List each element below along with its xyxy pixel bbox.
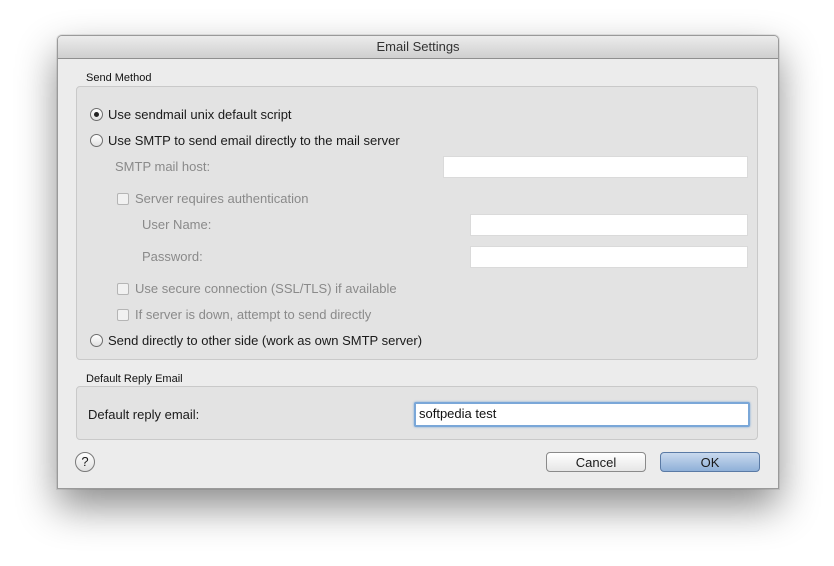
fallback-checkbox-label: If server is down, attempt to send direc…	[135, 307, 372, 322]
cancel-button[interactable]: Cancel	[546, 452, 646, 472]
ok-button[interactable]: OK	[660, 452, 760, 472]
radio-direct-label: Send directly to other side (work as own…	[108, 333, 423, 348]
radio-button[interactable]	[90, 108, 103, 121]
password-label: Password:	[142, 249, 203, 264]
checkbox[interactable]	[117, 282, 129, 295]
window-title: Email Settings	[58, 36, 778, 59]
user-name-label: User Name:	[142, 217, 212, 232]
reply-email-label: Default reply email:	[88, 407, 200, 422]
smtp-host-input[interactable]	[443, 156, 748, 178]
checkbox[interactable]	[117, 308, 129, 321]
ssl-checkbox-label: Use secure connection (SSL/TLS) if avail…	[135, 281, 397, 296]
radio-direct[interactable]: Send directly to other side (work as own…	[90, 333, 422, 348]
radio-sendmail-label: Use sendmail unix default script	[108, 107, 292, 122]
smtp-host-label: SMTP mail host:	[115, 159, 211, 174]
radio-smtp[interactable]: Use SMTP to send email directly to the m…	[90, 133, 400, 148]
radio-button[interactable]	[90, 134, 103, 147]
send-method-group: Use sendmail unix default script Use SMT…	[76, 86, 758, 360]
reply-section-label: Default Reply Email	[86, 373, 183, 385]
ssl-checkbox[interactable]: Use secure connection (SSL/TLS) if avail…	[117, 281, 397, 296]
radio-button[interactable]	[90, 334, 103, 347]
help-button[interactable]: ?	[75, 452, 95, 472]
auth-checkbox[interactable]: Server requires authentication	[117, 191, 308, 206]
reply-group: Default reply email: softpedia test	[76, 386, 758, 440]
send-method-label: Send Method	[86, 72, 152, 84]
radio-smtp-label: Use SMTP to send email directly to the m…	[108, 133, 400, 148]
auth-checkbox-label: Server requires authentication	[135, 191, 309, 206]
password-input[interactable]	[470, 246, 748, 268]
radio-sendmail[interactable]: Use sendmail unix default script	[90, 107, 292, 122]
checkbox[interactable]	[117, 192, 129, 205]
fallback-checkbox[interactable]: If server is down, attempt to send direc…	[117, 307, 371, 322]
reply-email-input[interactable]: softpedia test	[414, 402, 750, 427]
user-name-input[interactable]	[470, 214, 748, 236]
email-settings-dialog: Email Settings Send Method Use sendmail …	[57, 35, 779, 489]
